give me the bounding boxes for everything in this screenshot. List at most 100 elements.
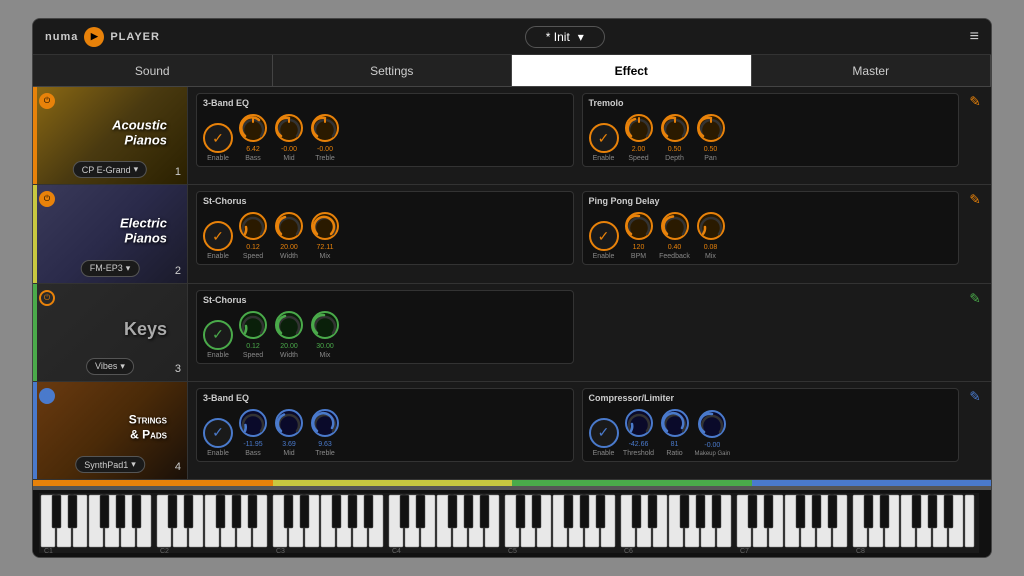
slot-indicator-2 [33,185,37,282]
knob-mix-2[interactable] [309,210,341,242]
instrument-preset-4[interactable]: SynthPad1 ▾ [75,456,145,473]
instrument-slot-1[interactable]: ⏻ AcousticPianos CP E-Grand ▾ 1 [33,87,187,185]
knob-mid-4[interactable] [273,407,305,439]
knob-mid-1[interactable] [273,112,305,144]
effect-block-2-chorus: St-Chorus ✓ Enable 0.12 [196,191,574,265]
knob-group-mix-2: 72.11 Mix [309,210,341,260]
knob-width-3-value: 20.00 [280,343,298,350]
piano-area: C1 C2 C3 C4 C5 C6 C7 C8 [33,479,991,557]
effect-block-1-eq: 3-Band EQ ✓ Enable [196,93,574,167]
dropdown-arrow-icon: ▾ [578,30,584,44]
enable-button-2[interactable]: ✓ [203,221,233,251]
knob-group-makeup-4c: -0.00 Makeup Gain [695,408,731,457]
knob-bpm-2d[interactable] [623,210,655,242]
knob-group-enable-3: ✓ Enable [203,320,233,359]
knob-bass-1-value: 6.42 [246,146,260,153]
knob-makeup-4c[interactable] [696,408,728,440]
instrument-preset-2[interactable]: FM-EP3 ▾ [81,260,140,277]
knob-treble-1-value: -0.00 [317,146,333,153]
knob-group-speed-3: 0.12 Speed [237,309,269,359]
enable-button-1[interactable]: ✓ [203,123,233,153]
svg-text:C2: C2 [160,548,169,553]
knob-group-treble-1: -0.00 Treble [309,112,341,162]
edit-pencil-3[interactable]: ✏ [965,288,985,308]
knob-group-width-3: 20.00 Width [273,309,305,359]
effect-row-1: 3-Band EQ ✓ Enable [188,87,991,185]
effect-row-2: St-Chorus ✓ Enable 0.12 [188,185,991,283]
knob-speed-3[interactable] [237,309,269,341]
knob-speed-1t[interactable] [623,112,655,144]
color-bars-secondary [33,486,991,490]
knob-depth-1t[interactable] [659,112,691,144]
effect-block-3-chorus: St-Chorus ✓ Enable 0.12 [196,290,574,364]
effect-title-4-comp: Compressor/Limiter [589,393,953,403]
instrument-preset-1[interactable]: CP E-Grand ▾ [73,161,147,178]
header: numa ▶ PLAYER * Init ▾ ≡ [33,19,991,55]
knob-mid-4-value: 3.69 [282,441,296,448]
instrument-slot-4[interactable]: ⏻ Strings& Pads SynthPad1 ▾ 4 [33,382,187,479]
knob-bpm-2d-value: 120 [633,244,645,251]
edit-area-1: ✏ [967,93,983,110]
instrument-slot-2[interactable]: ⏻ ElectricPianos FM-EP3 ▾ 2 [33,185,187,283]
knob-treble-1[interactable] [309,112,341,144]
knob-threshold-4c[interactable] [623,407,655,439]
enable-button-1t[interactable]: ✓ [589,123,619,153]
app-container: numa ▶ PLAYER * Init ▾ ≡ Sound Settings … [32,18,992,558]
effect-knobs-2-chorus: ✓ Enable 0.12 Speed [203,210,567,260]
instrument-name-1: AcousticPianos [112,117,167,148]
knob-speed-2[interactable] [237,210,269,242]
effect-knobs-3-chorus: ✓ Enable 0.12 Speed [203,309,567,359]
effect-title-1-eq: 3-Band EQ [203,98,567,108]
knob-width-2[interactable] [273,210,305,242]
effect-title-2-chorus: St-Chorus [203,196,567,206]
enable-button-3[interactable]: ✓ [203,320,233,350]
enable-button-4c[interactable]: ✓ [589,418,619,448]
power-button-1[interactable]: ⏻ [39,93,55,109]
tab-sound[interactable]: Sound [33,55,273,86]
knob-group-width-2: 20.00 Width [273,210,305,260]
effect-block-2-delay: Ping Pong Delay ✓ Enable 12 [582,191,960,265]
edit-pencil-2[interactable]: ✏ [965,190,985,210]
knob-group-enable-2: ✓ Enable [203,221,233,260]
power-button-4[interactable]: ⏻ [39,388,55,404]
preset-dropdown-icon-2: ▾ [126,263,131,274]
tab-effect[interactable]: Effect [512,55,752,86]
preset-dropdown-icon-3: ▾ [120,361,125,372]
knob-pan-1t[interactable] [695,112,727,144]
knob-bass-1[interactable] [237,112,269,144]
tab-master[interactable]: Master [752,55,992,86]
knob-group-enable-1t: ✓ Enable [589,123,619,162]
effect-knobs-2-delay: ✓ Enable 120 BPM [589,210,953,260]
knob-group-bpm-2d: 120 BPM [623,210,655,260]
knob-mix-3[interactable] [309,309,341,341]
knob-group-speed-1t: 2.00 Speed [623,112,655,162]
piano-keyboard: C1 C2 C3 C4 C5 C6 C7 C8 [33,490,991,557]
enable-button-4[interactable]: ✓ [203,418,233,448]
svg-text:C6: C6 [624,548,633,553]
menu-button[interactable]: ≡ [970,28,979,46]
enable-button-2d[interactable]: ✓ [589,221,619,251]
knob-group-enable-2d: ✓ Enable [589,221,619,260]
knob-mix-2d[interactable] [695,210,727,242]
edit-pencil-1[interactable]: ✏ [965,91,985,111]
logo-icon: ▶ [84,27,104,47]
preset-selector[interactable]: * Init ▾ [525,26,605,48]
tab-settings[interactable]: Settings [273,55,513,86]
slot-indicator-1 [33,87,37,184]
knob-ratio-4c[interactable] [659,407,691,439]
knob-group-mix-3: 30.00 Mix [309,309,341,359]
slot-indicator-3 [33,284,37,381]
knob-width-3[interactable] [273,309,305,341]
knob-treble-4[interactable] [309,407,341,439]
instrument-preset-3[interactable]: Vibes ▾ [86,358,134,375]
knob-feedback-2d[interactable] [659,210,691,242]
knob-group-mid-1: -0.00 Mid [273,112,305,162]
piano-keys-svg: C1 C2 C3 C4 C5 C6 C7 C8 [39,493,979,553]
power-button-3[interactable]: ⏻ [39,290,55,306]
svg-text:C3: C3 [276,548,285,553]
knob-bass-4[interactable] [237,407,269,439]
knob-feedback-2d-value: 0.40 [668,244,682,251]
edit-pencil-4[interactable]: ✏ [965,386,985,406]
instrument-slot-3[interactable]: ⏻ Keys Vibes ▾ 3 [33,284,187,382]
color-bar-dark [33,486,991,490]
